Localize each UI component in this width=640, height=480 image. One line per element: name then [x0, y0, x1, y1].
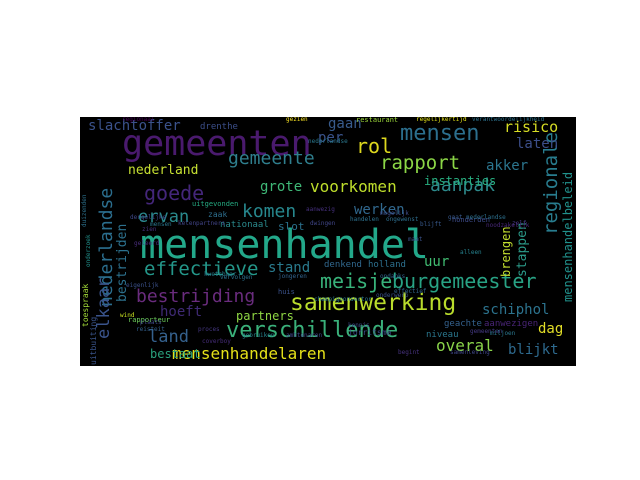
word-handelen: handelen [350, 216, 379, 223]
word-akker: akker [486, 158, 529, 174]
word-bestaat: bestaat [150, 347, 201, 361]
word-voorkomen: voorkomen [310, 177, 397, 196]
word-mensen: mensen [400, 121, 480, 146]
word-jorritsma: jorritsma [348, 328, 392, 337]
word-wind: wind [120, 312, 135, 319]
word-instanties: instanties [424, 174, 497, 188]
word-slot: slot [278, 220, 305, 233]
word-vervolgen: vervolgen [220, 274, 253, 281]
word-proces: proces [198, 326, 220, 333]
word-blijft: blijft [420, 221, 442, 228]
word-begint: begint [398, 349, 420, 356]
word-jongeren: jongeren [278, 273, 307, 280]
word-zaak: zaak [208, 210, 228, 219]
word-restaurant: restaurant [356, 117, 399, 124]
word-gebruiken: gebruiken [242, 332, 275, 339]
word-nederland: nederland [128, 163, 199, 178]
word-onderwerp: onderwerp [376, 292, 409, 299]
word-ongewenst: ongewenst [386, 216, 419, 223]
word-alleen: alleen [460, 249, 482, 256]
word-duizenden: duizenden [81, 194, 88, 227]
word-denkend: denkend [324, 260, 362, 270]
word-blijkt: blijkt [508, 342, 559, 358]
word-kennis: kennis [348, 322, 370, 329]
word-huis: huis [278, 288, 295, 296]
word-grote: grote [260, 179, 303, 195]
word-zien: zien [142, 226, 157, 233]
word-mensenhandelbeleid: mensenhandelbeleid [561, 171, 575, 302]
word-dag: dag [538, 321, 564, 337]
word-miljoen: miljoen [490, 330, 516, 337]
word-regelijkertijd: regelijkertijd [416, 117, 467, 123]
word-maat: maat [408, 236, 423, 243]
word-ambtenaren: ambtenaren [286, 332, 323, 339]
word-bestrijden: bestrijden [115, 223, 130, 302]
word-schiphol: schiphol [482, 302, 550, 318]
word-reisteit: reisteit [136, 326, 165, 333]
word-cloud: mensenhandel gemeenten samenwerking mens… [80, 117, 576, 366]
word-ketenpartners: ketenpartners [178, 220, 225, 227]
word-coverboy: coverboy [202, 338, 231, 345]
word-stappen: stappen [515, 222, 530, 277]
word-gezien: gezien [286, 117, 308, 123]
word-uitbuiting: uitbuiting [89, 316, 98, 365]
word-samenleving: samenleving [450, 349, 490, 356]
word-nederlandse-tiny: nederlandse [308, 138, 348, 145]
word-eigenlijk: eigenlijk [126, 282, 159, 289]
word-dwingen: dwingen [310, 220, 336, 227]
word-uitgevonden: uitgevonden [192, 200, 239, 208]
word-champignonsector: champignonsector [314, 296, 372, 303]
word-ondanks: ondanks [380, 273, 406, 280]
word-rapport: rapport [380, 152, 461, 174]
word-gaat: gaat [448, 214, 463, 221]
word-onderzoek: onderzoek [85, 234, 92, 267]
word-gemeente: gemeente [228, 148, 315, 169]
word-nationaal: nationaal [220, 220, 269, 230]
word-aanwezig: aanwezig [306, 206, 335, 213]
word-plaats: plaats [140, 319, 162, 326]
word-holland: holland [368, 260, 406, 270]
word-noodzakelijk: noodzakelijk [486, 222, 530, 229]
word-elkaar: elkaar [94, 277, 114, 339]
word-brengen: brengen [499, 226, 513, 277]
word-niveau: niveau [426, 330, 459, 340]
word-geleerd: geleerd [134, 240, 160, 247]
word-komen: komen [242, 201, 297, 222]
word-regionaal: regionaal [122, 117, 155, 123]
word-drenthe: drenthe [200, 122, 238, 132]
word-laten: laten [516, 136, 559, 152]
word-verantwoordelijkheid: verantwoordelijkheid [472, 117, 545, 123]
word-rol: rol [356, 134, 393, 158]
word-uur: uur [424, 254, 450, 270]
word-partners: partners [236, 309, 294, 323]
word-nederlandse-small: nederlandse [466, 214, 506, 221]
